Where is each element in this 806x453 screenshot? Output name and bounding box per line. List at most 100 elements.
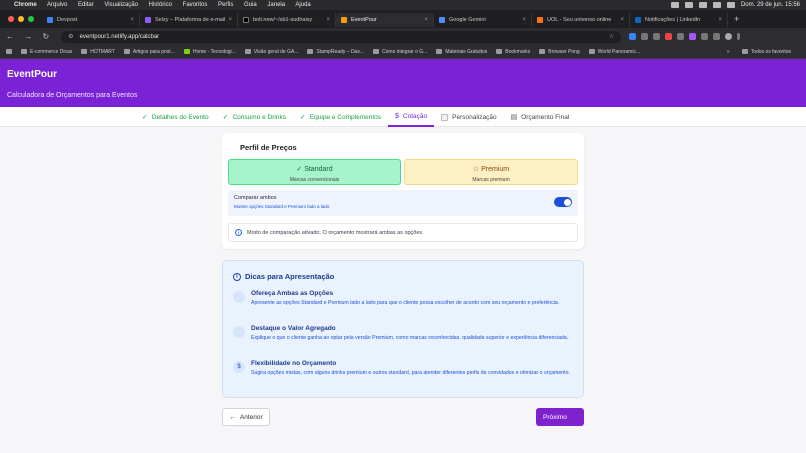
bookmark-item[interactable]: Materiais Gratuitos <box>436 49 487 55</box>
extension-icon[interactable] <box>677 33 685 40</box>
bookmark-label: Todos os favoritos <box>750 48 791 55</box>
next-label: Próximo <box>543 413 567 421</box>
more-bookmarks-icon[interactable]: » <box>727 49 730 55</box>
bookmark-item[interactable]: Browser Pong <box>539 49 580 55</box>
compare-toggle[interactable] <box>554 197 572 207</box>
step-detalhes[interactable]: ✓ Detalhes do Evento <box>135 107 216 127</box>
step-consumo[interactable]: ✓ Consumo e Drinks <box>216 107 293 127</box>
menu-guia[interactable]: Guia <box>244 2 257 8</box>
close-tab-icon[interactable]: × <box>323 17 330 23</box>
extension-icon[interactable] <box>629 33 637 40</box>
uol-favicon-icon <box>537 17 543 23</box>
all-bookmarks-item[interactable]: Todos os favoritos <box>741 48 791 55</box>
step-cotacao[interactable]: $ Cotação <box>388 107 435 127</box>
globe-icon <box>373 49 380 54</box>
forward-arrow-icon[interactable]: → <box>24 32 32 41</box>
tip-item: $ Flexibilidade no Orçamento Sugira opçõ… <box>233 360 573 378</box>
url-text[interactable]: eventpour1.netlify.app/calcbar <box>80 34 160 40</box>
compare-desc: Mostre opções Standard e Premium lado a … <box>234 204 330 209</box>
linkedin-favicon-icon <box>635 17 641 23</box>
browser-tab[interactable]: Google Gemini × <box>434 13 532 27</box>
reload-icon[interactable]: ↻ <box>42 32 49 41</box>
status-icon[interactable] <box>670 2 679 8</box>
bookmark-item[interactable]: StampReady – Das... <box>307 49 364 55</box>
wifi-icon[interactable] <box>712 2 721 8</box>
url-bar[interactable]: ⚙ eventpour1.netlify.app/calcbar ☆ <box>61 30 622 43</box>
extension-icon[interactable] <box>689 33 697 40</box>
bookmark-item[interactable]: Artigos para post... <box>123 49 175 55</box>
extensions-area <box>629 33 741 40</box>
tip-item: Destaque o Valor Agregado Explique o que… <box>233 325 573 343</box>
profile-avatar-icon[interactable] <box>725 33 733 40</box>
browser-tab[interactable]: bolt.new/~/sb1-sudhaisy × <box>238 13 336 27</box>
bookmark-star-icon[interactable]: ☆ <box>609 33 614 40</box>
menu-janela[interactable]: Janela <box>267 2 285 8</box>
presentation-tips-card: i Dicas para Apresentação Ofereça Ambas a… <box>222 260 584 398</box>
browser-tab[interactable]: Notificações | LinkedIn × <box>630 13 728 27</box>
menu-perfis[interactable]: Perfis <box>218 2 233 8</box>
browser-tab-active[interactable]: EventPour × <box>336 13 434 27</box>
status-icon[interactable] <box>698 2 707 8</box>
premium-option[interactable]: ☆ Premium Marcas premium <box>404 159 578 185</box>
new-tab-icon[interactable]: + <box>734 14 739 24</box>
menu-visualizacao[interactable]: Visualização <box>104 2 138 8</box>
browser-tab[interactable]: Devpost × <box>42 13 140 27</box>
browser-tab[interactable]: Selzy – Plataforma de e-mail × <box>140 13 238 27</box>
extension-icon[interactable] <box>653 33 661 40</box>
browser-tab[interactable]: UOL - Seu universo online × <box>532 13 630 27</box>
extension-icon[interactable] <box>641 33 649 40</box>
menu-ajuda[interactable]: Ajuda <box>295 2 310 8</box>
info-icon: i <box>235 229 242 236</box>
close-tab-icon[interactable]: × <box>225 17 232 23</box>
menu-chrome[interactable]: Chrome <box>14 2 37 8</box>
search-icon[interactable] <box>726 2 735 8</box>
menu-clock[interactable]: Dom. 29 de jun. 15:56 <box>741 2 800 8</box>
bookmark-item[interactable]: Bookmarks <box>496 49 530 55</box>
close-tab-icon[interactable]: × <box>127 17 134 23</box>
tip-text: Sugira opções mistas, com alguns drinks … <box>251 370 570 376</box>
close-window-icon[interactable] <box>8 16 14 22</box>
puzzle-icon[interactable] <box>713 33 721 40</box>
pricing-profile-card: Perfil de Preços ✓ Standard Marcas conve… <box>222 133 584 249</box>
bookmark-item[interactable]: Visão geral de GA... <box>244 49 298 55</box>
menu-historico[interactable]: Histórico <box>149 2 172 8</box>
close-tab-icon[interactable]: × <box>421 17 428 23</box>
minimize-window-icon[interactable] <box>18 16 24 22</box>
close-tab-icon[interactable]: × <box>617 17 624 23</box>
apps-grid-icon[interactable] <box>6 49 12 54</box>
app-menu: Chrome Arquivo Editar Visualização Histó… <box>14 2 320 8</box>
site-settings-icon[interactable]: ⚙ <box>68 33 73 40</box>
globe-icon <box>307 49 314 54</box>
globe-icon <box>588 49 595 54</box>
step-personalizacao[interactable]: Personalização <box>434 107 503 127</box>
bookmark-item[interactable]: Home - Tecnologi... <box>183 49 236 55</box>
tips-header: i Dicas para Apresentação <box>233 272 334 281</box>
star-icon <box>496 49 503 54</box>
bookmark-item[interactable]: E-commerce Dicas <box>21 49 72 55</box>
bookmark-item[interactable]: HOTMART <box>81 49 115 55</box>
step-equipe[interactable]: ✓ Equipe e Complementos <box>293 107 388 127</box>
close-tab-icon[interactable]: × <box>519 17 526 23</box>
menu-editar[interactable]: Editar <box>78 2 94 8</box>
status-icon[interactable] <box>684 2 693 8</box>
tab-title: Notificações | LinkedIn <box>645 17 701 23</box>
tab-title: bolt.new/~/sb1-sudhaisy <box>253 17 313 23</box>
back-button[interactable]: ← Anterior <box>222 408 270 426</box>
toggle-knob <box>563 198 571 206</box>
step-orcamento-final[interactable]: ▤ Orçamento Final <box>504 107 577 127</box>
back-arrow-icon[interactable]: ← <box>6 32 14 41</box>
menu-arquivo[interactable]: Arquivo <box>47 2 67 8</box>
app-brand[interactable]: EventPour <box>7 69 799 80</box>
bookmark-item[interactable]: World Panoramic... <box>588 49 640 55</box>
close-tab-icon[interactable]: × <box>715 17 722 23</box>
bookmark-item[interactable]: Como integrar o G... <box>373 49 427 55</box>
info-icon: i <box>233 272 241 281</box>
next-button[interactable]: Próximo <box>536 408 584 426</box>
zoom-window-icon[interactable] <box>28 16 34 22</box>
standard-option[interactable]: ✓ Standard Marcas convencionais <box>228 159 401 185</box>
nav-buttons: ← → ↻ <box>6 32 57 41</box>
extension-icon[interactable] <box>701 33 709 40</box>
more-menu-icon[interactable] <box>737 33 741 40</box>
menu-favoritos[interactable]: Favoritos <box>183 2 208 8</box>
extension-icon[interactable] <box>665 33 673 40</box>
